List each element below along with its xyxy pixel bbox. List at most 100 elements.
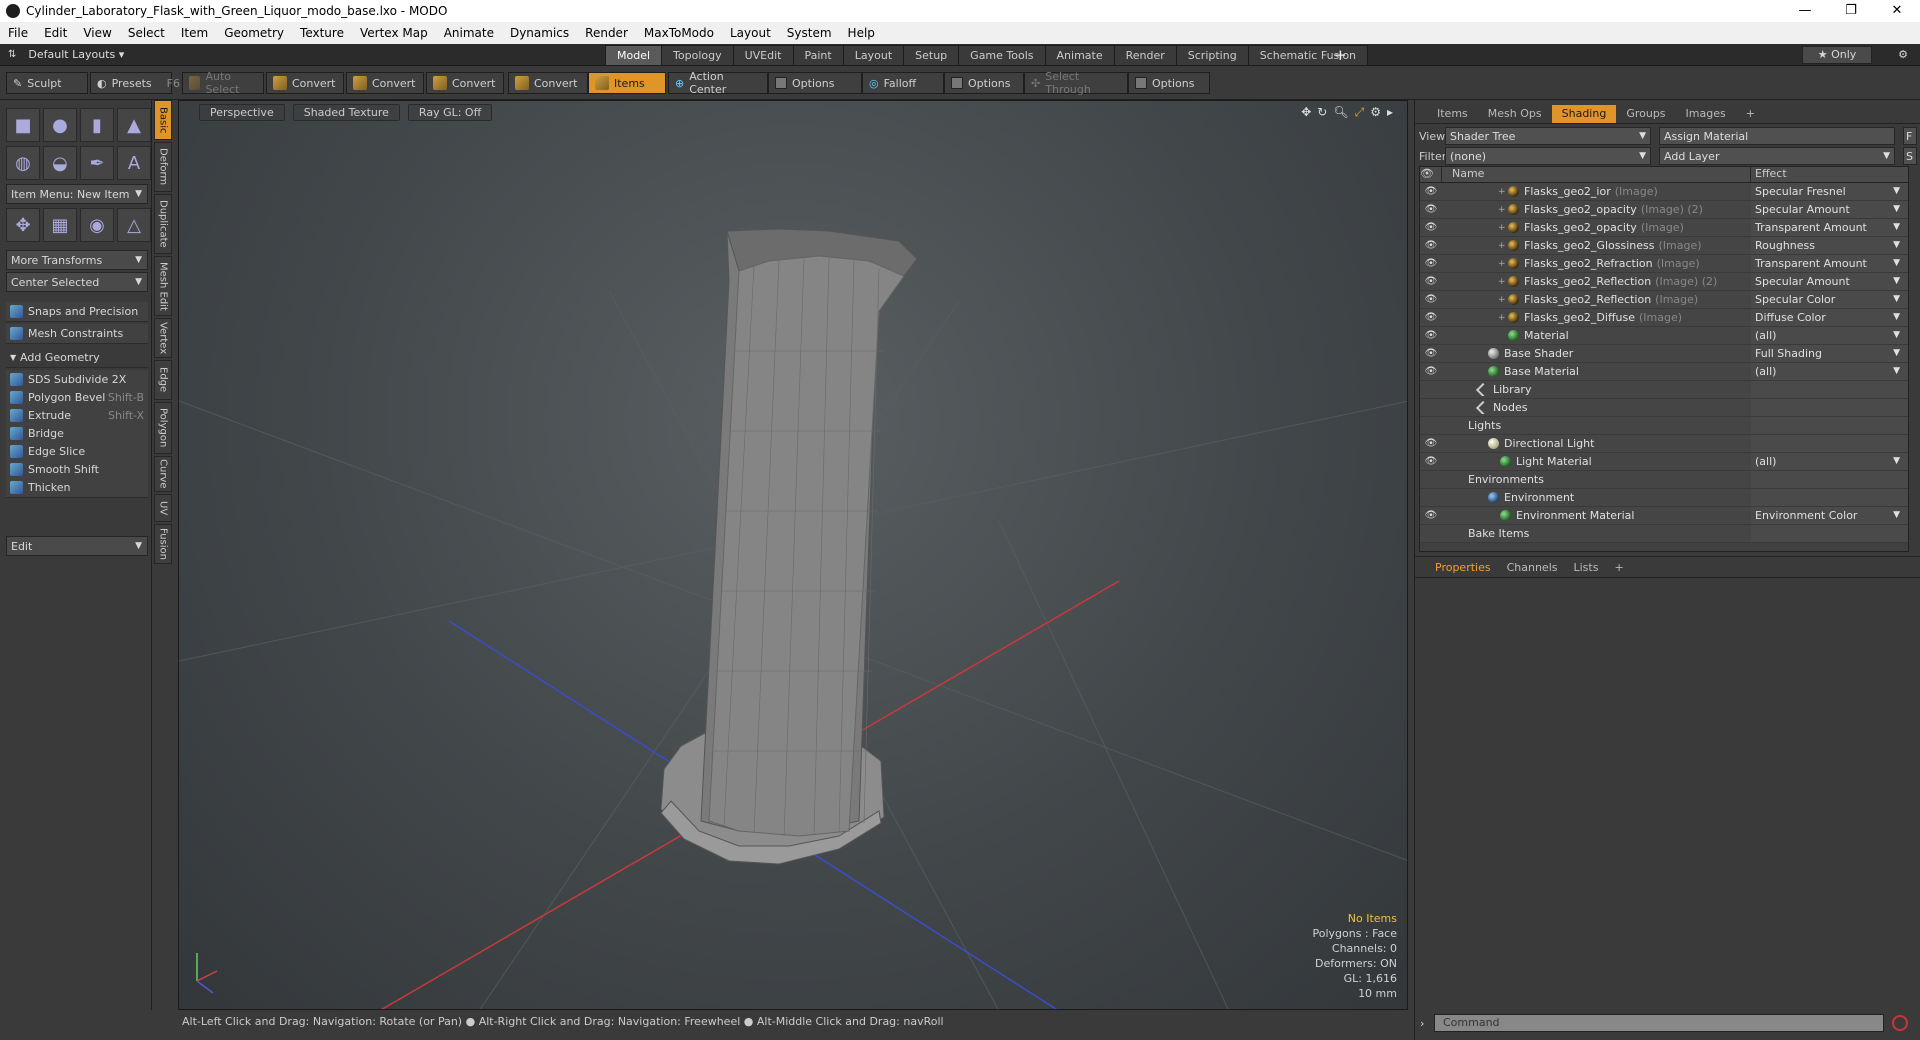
- sidetab-basic[interactable]: Basic: [154, 100, 172, 140]
- panel-tab-images[interactable]: Images: [1676, 105, 1736, 123]
- layout-tab-topology[interactable]: Topology: [661, 45, 734, 66]
- rotate-icon[interactable]: ↻: [1317, 105, 1327, 120]
- command-expand-icon[interactable]: ›: [1420, 1017, 1424, 1030]
- expand-toggle-icon[interactable]: +: [1498, 187, 1508, 197]
- props-tab-lists[interactable]: Lists: [1566, 561, 1607, 574]
- menu-system[interactable]: System: [779, 26, 840, 40]
- more-transforms-dropdown[interactable]: More Transforms ▼: [6, 250, 148, 270]
- maximize-button[interactable]: ❐: [1828, 0, 1874, 22]
- layout-tab-render[interactable]: Render: [1113, 45, 1177, 66]
- fit-icon[interactable]: ⤢: [1355, 105, 1365, 120]
- cube-icon[interactable]: ■: [6, 108, 40, 142]
- expand-toggle-icon[interactable]: +: [1498, 277, 1508, 287]
- edit-dropdown[interactable]: Edit ▼: [6, 536, 148, 556]
- shader-tree-row[interactable]: 👁︎ Directional Light: [1420, 435, 1908, 453]
- mesh-constraints-button[interactable]: Mesh Constraints: [6, 324, 148, 344]
- globe-icon[interactable]: ◉: [80, 208, 114, 242]
- layout-toggle-icon[interactable]: ⇅: [8, 49, 16, 60]
- expand-toggle-icon[interactable]: +: [1498, 241, 1508, 251]
- sidetab-curve[interactable]: Curve: [154, 456, 172, 492]
- visibility-eye-icon[interactable]: 👁︎: [1420, 510, 1442, 521]
- record-icon[interactable]: [1892, 1015, 1908, 1031]
- menu-texture[interactable]: Texture: [292, 26, 352, 40]
- item-menu-dropdown[interactable]: Item Menu: New Item ▼: [6, 184, 148, 204]
- sidetab-polygon[interactable]: Polygon: [154, 402, 172, 454]
- tool-smooth-shift[interactable]: Smooth Shift: [6, 460, 148, 480]
- command-input[interactable]: Command: [1434, 1014, 1884, 1032]
- shader-tree-row[interactable]: Environment: [1420, 489, 1908, 507]
- expand-toggle-icon[interactable]: +: [1498, 295, 1508, 305]
- expand-toggle-icon[interactable]: +: [1498, 313, 1508, 323]
- menu-view[interactable]: View: [75, 26, 119, 40]
- raygl-button[interactable]: Ray GL: Off: [407, 103, 493, 121]
- effect-dropdown[interactable]: (all) ▼: [1751, 327, 1908, 344]
- sidetab-mesh-edit[interactable]: Mesh Edit: [154, 256, 172, 316]
- tool-extrude[interactable]: Extrude Shift-X: [6, 406, 148, 426]
- filter-dropdown[interactable]: (none) ▼: [1445, 147, 1651, 165]
- view-dropdown[interactable]: Shader Tree ▼: [1445, 127, 1651, 145]
- menu-vertex-map[interactable]: Vertex Map: [352, 26, 436, 40]
- scale-icon[interactable]: △: [117, 208, 151, 242]
- sidetab-fusion[interactable]: Fusion: [154, 524, 172, 564]
- sidetab-uv[interactable]: UV: [154, 494, 172, 522]
- layout-tab-layout[interactable]: Layout: [842, 45, 905, 66]
- visibility-eye-icon[interactable]: 👁︎: [1420, 330, 1442, 341]
- select-through-options-button[interactable]: Options: [1128, 72, 1210, 94]
- snaps-precision-button[interactable]: Snaps and Precision: [6, 302, 148, 322]
- panel-tab-items[interactable]: Items: [1427, 105, 1478, 123]
- default-layouts-dropdown[interactable]: Default Layouts ▾: [28, 48, 124, 61]
- menu-item[interactable]: Item: [173, 26, 216, 40]
- effect-dropdown[interactable]: Specular Fresnel ▼: [1751, 183, 1908, 200]
- visibility-eye-icon[interactable]: 👁︎: [1420, 186, 1442, 197]
- shader-tree-row[interactable]: 👁︎ + Flasks_geo2_opacity (Image) (2) Specula…: [1420, 201, 1908, 219]
- tool-sds-subdivide-2x[interactable]: SDS Subdivide 2X: [6, 370, 148, 390]
- shader-tree-row[interactable]: 👁︎ + Flasks_geo2_Reflection (Image) Specular…: [1420, 291, 1908, 309]
- effect-dropdown[interactable]: Roughness ▼: [1751, 237, 1908, 254]
- menu-maxtomodo[interactable]: MaxToModo: [636, 26, 722, 40]
- name-column-header[interactable]: Name: [1442, 167, 1751, 182]
- shader-tree-row[interactable]: 👁︎ + Flasks_geo2_Diffuse (Image) Diffuse Col…: [1420, 309, 1908, 327]
- visibility-eye-icon[interactable]: 👁︎: [1420, 204, 1442, 215]
- layout-tab-animate[interactable]: Animate: [1044, 45, 1115, 66]
- sculpt-button[interactable]: ✎ Sculpt: [6, 72, 88, 94]
- grid-icon[interactable]: ▦: [43, 208, 77, 242]
- tool-thicken[interactable]: Thicken: [6, 478, 148, 498]
- effect-dropdown[interactable]: Specular Color ▼: [1751, 291, 1908, 308]
- menu-edit[interactable]: Edit: [36, 26, 75, 40]
- sidetab-vertex[interactable]: Vertex: [154, 318, 172, 358]
- panel-tab-add[interactable]: +: [1736, 105, 1765, 123]
- viewport-gear-icon[interactable]: ⚙: [1370, 105, 1381, 120]
- props-tab-properties[interactable]: Properties: [1427, 561, 1499, 574]
- menu-animate[interactable]: Animate: [436, 26, 502, 40]
- text-icon[interactable]: A: [117, 146, 151, 180]
- shader-tree-row[interactable]: Bake Items: [1420, 525, 1908, 543]
- add-geometry-header[interactable]: ▼ Add Geometry: [6, 348, 148, 368]
- effect-column-header[interactable]: Effect: [1751, 167, 1908, 182]
- sidetab-duplicate[interactable]: Duplicate: [154, 194, 172, 254]
- visibility-eye-icon[interactable]: 👁︎: [1420, 276, 1442, 287]
- visibility-eye-icon[interactable]: 👁︎: [1420, 222, 1442, 233]
- menu-layout[interactable]: Layout: [722, 26, 779, 40]
- cone-icon[interactable]: ▲: [117, 108, 151, 142]
- falloff-button[interactable]: ◎ Falloff: [862, 72, 944, 94]
- shader-tree-row[interactable]: Environments: [1420, 471, 1908, 489]
- add-layer-dropdown[interactable]: Add Layer ▼: [1659, 147, 1895, 165]
- shader-tree-row[interactable]: Nodes: [1420, 399, 1908, 417]
- shader-tree-row[interactable]: 👁︎ Environment Material Environment Color ▼: [1420, 507, 1908, 525]
- torus-icon[interactable]: ◍: [6, 146, 40, 180]
- menu-dynamics[interactable]: Dynamics: [502, 26, 577, 40]
- action-center-options-button[interactable]: Options: [768, 72, 862, 94]
- pan-icon[interactable]: ✥: [1301, 105, 1311, 120]
- view-mode-button[interactable]: Perspective: [199, 103, 285, 121]
- menu-file[interactable]: File: [0, 26, 36, 40]
- shader-tree-row[interactable]: Lights: [1420, 417, 1908, 435]
- only-button[interactable]: ★ Only: [1802, 46, 1872, 64]
- menu-help[interactable]: Help: [840, 26, 883, 40]
- zoom-icon[interactable]: 🔍︎: [1333, 105, 1348, 120]
- shader-tree-row[interactable]: 👁︎ Material (all) ▼: [1420, 327, 1908, 345]
- effect-dropdown[interactable]: Transparent Amount ▼: [1751, 219, 1908, 236]
- effect-dropdown[interactable]: Diffuse Color ▼: [1751, 309, 1908, 326]
- shader-tree-row[interactable]: 👁︎ + Flasks_geo2_Refraction (Image) Transpar…: [1420, 255, 1908, 273]
- visibility-eye-icon[interactable]: 👁︎: [1420, 294, 1442, 305]
- f-button[interactable]: F: [1903, 127, 1917, 145]
